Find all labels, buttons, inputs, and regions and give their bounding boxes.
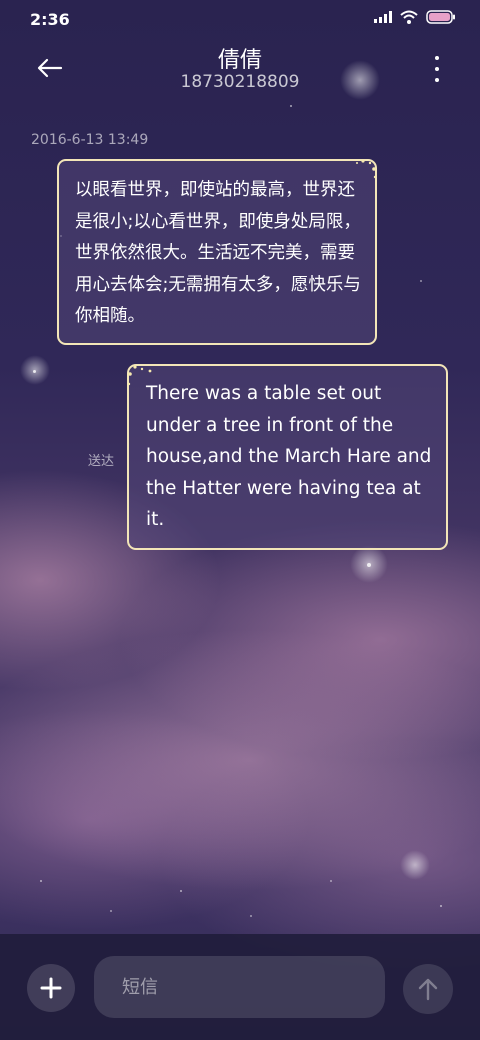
message-input[interactable] <box>94 956 385 1018</box>
message-composer <box>0 934 480 1040</box>
status-icons <box>374 10 456 24</box>
sparkle-icon <box>356 159 377 179</box>
add-attachment-button[interactable] <box>27 964 75 1012</box>
more-vertical-icon <box>435 56 439 60</box>
outgoing-message-text: There was a table set out under a tree i… <box>146 383 432 530</box>
message-timestamp: 2016-6-13 13:49 <box>31 132 149 148</box>
arrow-up-icon <box>418 978 438 1001</box>
incoming-message-text: 以眼看世界，即使站的最高，世界还是很小;以心看世界，即使身处局限，世界依然很大。… <box>75 180 361 326</box>
status-bar: 2:36 <box>0 0 480 40</box>
plus-icon <box>40 977 62 999</box>
conversation-header: 倩倩 18730218809 <box>0 40 480 100</box>
signal-icon <box>374 11 392 23</box>
wifi-icon <box>400 10 418 24</box>
battery-icon <box>426 10 455 24</box>
more-options-button[interactable] <box>430 56 444 82</box>
send-button[interactable] <box>403 964 453 1014</box>
outgoing-message-bubble[interactable]: There was a table set out under a tree i… <box>127 364 448 550</box>
contact-name: 倩倩 <box>217 48 262 73</box>
sparkle-icon <box>127 365 152 386</box>
status-time: 2:36 <box>30 10 70 29</box>
delivery-status: 送达 <box>88 454 115 469</box>
contact-number: 18730218809 <box>180 72 300 92</box>
incoming-message-bubble[interactable]: 以眼看世界，即使站的最高，世界还是很小;以心看世界，即使身处局限，世界依然很大。… <box>57 159 377 345</box>
